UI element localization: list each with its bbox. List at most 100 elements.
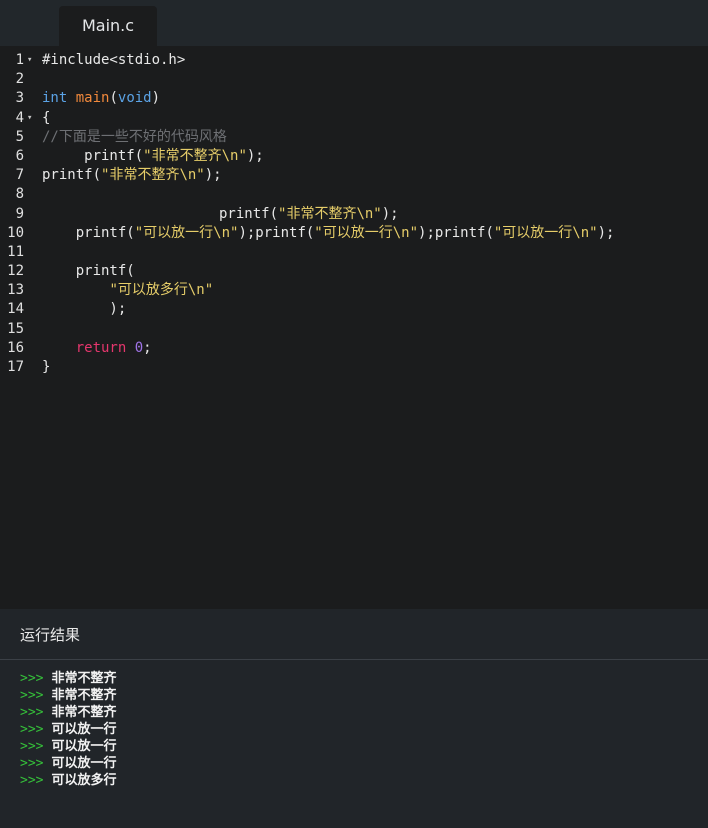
output-prompt: >>> (20, 773, 44, 788)
line-number: 14 (7, 301, 24, 318)
output-text: 可以放一行 (51, 756, 117, 771)
line-number: 11 (7, 243, 24, 260)
code-token: #include<stdio.h> (42, 52, 186, 68)
output-console: >>> 非常不整齐 >>> 非常不整齐 >>> 非常不整齐 >>> 可以放一行 >>> 可以放一行… (20, 670, 117, 789)
code-text: int main(void) (42, 89, 160, 108)
output-text: 非常不整齐 (51, 688, 117, 703)
code-token: ); (204, 167, 222, 184)
code-line[interactable]: 2 (0, 70, 708, 89)
output-prompt: >>> (20, 756, 44, 771)
code-token: "可以放一行\n" (314, 224, 419, 241)
output-prompt: >>> (20, 739, 44, 754)
code-text: #include<stdio.h> (42, 51, 185, 70)
code-token: ); (381, 205, 399, 222)
code-text: printf("非常不整齐\n"); (42, 166, 222, 185)
code-line[interactable]: 11 (0, 243, 708, 262)
output-line: >>> 可以放一行 (20, 721, 117, 738)
code-token: void (117, 90, 152, 107)
code-token: printf( (42, 224, 135, 241)
code-token: printf( (42, 167, 102, 184)
code-text: printf( (42, 262, 135, 281)
code-token: "可以放一行\n" (493, 224, 598, 241)
output-prompt: >>> (20, 705, 44, 720)
line-number: 3 (15, 90, 24, 107)
code-token: "可以放一行\n" (134, 224, 239, 241)
code-token: 0 (134, 339, 144, 356)
line-number: 15 (7, 320, 24, 337)
code-token: ); (42, 301, 127, 318)
fold-arrow-icon[interactable]: ▾ (27, 51, 32, 70)
code-line[interactable]: 17} (0, 358, 708, 377)
code-token: { (42, 109, 51, 126)
code-token: "非常不整齐\n" (278, 205, 382, 222)
line-number: 17 (7, 359, 24, 375)
line-number: 4 (15, 109, 24, 126)
result-divider (0, 659, 708, 660)
code-line[interactable]: 4 ▾ { (0, 109, 708, 128)
result-panel: 运行结果 >>> 非常不整齐 >>> 非常不整齐 >>> 非常不整齐 >>> 可以放一行 >>>… (0, 609, 708, 828)
code-token: ); (246, 147, 264, 164)
code-line[interactable]: 12 printf( (0, 262, 708, 281)
code-text: } (42, 358, 50, 377)
code-line[interactable]: 5 //下面是一些不好的代码风格 (0, 128, 708, 147)
output-text: 可以放一行 (51, 722, 117, 737)
output-line: >>> 可以放一行 (20, 755, 117, 772)
output-line: >>> 非常不整齐 (20, 670, 117, 687)
code-text: printf("非常不整齐\n"); (42, 147, 264, 166)
code-line[interactable]: 8 (0, 185, 708, 204)
tab-main-c[interactable]: Main.c (59, 6, 157, 46)
output-prompt: >>> (20, 722, 44, 737)
output-line: >>> 可以放多行 (20, 772, 117, 789)
code-line[interactable]: 15 (0, 320, 708, 339)
code-line[interactable]: 3 int main(void) (0, 89, 708, 108)
code-token: //下面是一些不好的代码风格 (42, 128, 227, 145)
tab-bar: Main.c (0, 0, 708, 46)
code-token: } (42, 359, 51, 375)
code-token: "非常不整齐\n" (143, 147, 247, 164)
code-line[interactable]: 13 "可以放多行\n" (0, 281, 708, 300)
output-prompt: >>> (20, 671, 44, 686)
output-text: 可以放多行 (51, 773, 117, 788)
line-number: 10 (7, 224, 24, 241)
output-line: >>> 非常不整齐 (20, 704, 117, 721)
code-token: printf( (42, 205, 279, 222)
code-token: ) (151, 90, 161, 107)
code-token: ; (143, 339, 152, 356)
code-token: int (42, 90, 68, 107)
code-line[interactable]: 1 ▾ #include<stdio.h> (0, 51, 708, 70)
code-line[interactable]: 14 ); (0, 300, 708, 319)
output-text: 非常不整齐 (51, 671, 117, 686)
code-lines: 1 ▾ #include<stdio.h> 2 3 int main(void) 4 ▾{5/… (0, 51, 708, 377)
line-number: 2 (15, 71, 24, 88)
output-text: 非常不整齐 (51, 705, 117, 720)
code-editor[interactable]: 1 ▾ #include<stdio.h> 2 3 int main(void) 4 ▾{5/… (0, 46, 708, 609)
output-line: >>> 可以放一行 (20, 738, 117, 755)
code-line[interactable]: 10 printf("可以放一行\n");printf("可以放一行\n");p… (0, 224, 708, 243)
code-token: printf( (42, 263, 135, 280)
line-number: 7 (15, 167, 24, 184)
output-prompt: >>> (20, 688, 44, 703)
app-window: Main.c 1 ▾ #include<stdio.h> 2 3 int main(voi… (0, 0, 708, 828)
code-token: );printf( (418, 224, 494, 241)
code-text: printf("非常不整齐\n"); (42, 205, 399, 224)
code-token: );printf( (238, 224, 315, 241)
code-text: { (42, 109, 50, 128)
code-token: main (75, 90, 110, 107)
code-line[interactable]: 9 printf("非常不整齐\n"); (0, 205, 708, 224)
code-token: ( (109, 90, 118, 107)
code-token: return (75, 339, 127, 356)
line-number: 1 (15, 52, 24, 68)
line-number: 6 (15, 147, 24, 164)
fold-arrow-icon[interactable]: ▾ (27, 109, 32, 128)
code-line[interactable]: 16 return 0; (0, 339, 708, 358)
code-text: //下面是一些不好的代码风格 (42, 128, 227, 147)
line-number: 13 (7, 282, 24, 299)
code-line[interactable]: 6 printf("非常不整齐\n"); (0, 147, 708, 166)
code-line[interactable]: 7 printf("非常不整齐\n"); (0, 166, 708, 185)
line-number: 5 (15, 128, 24, 145)
output-text: 可以放一行 (51, 739, 117, 754)
